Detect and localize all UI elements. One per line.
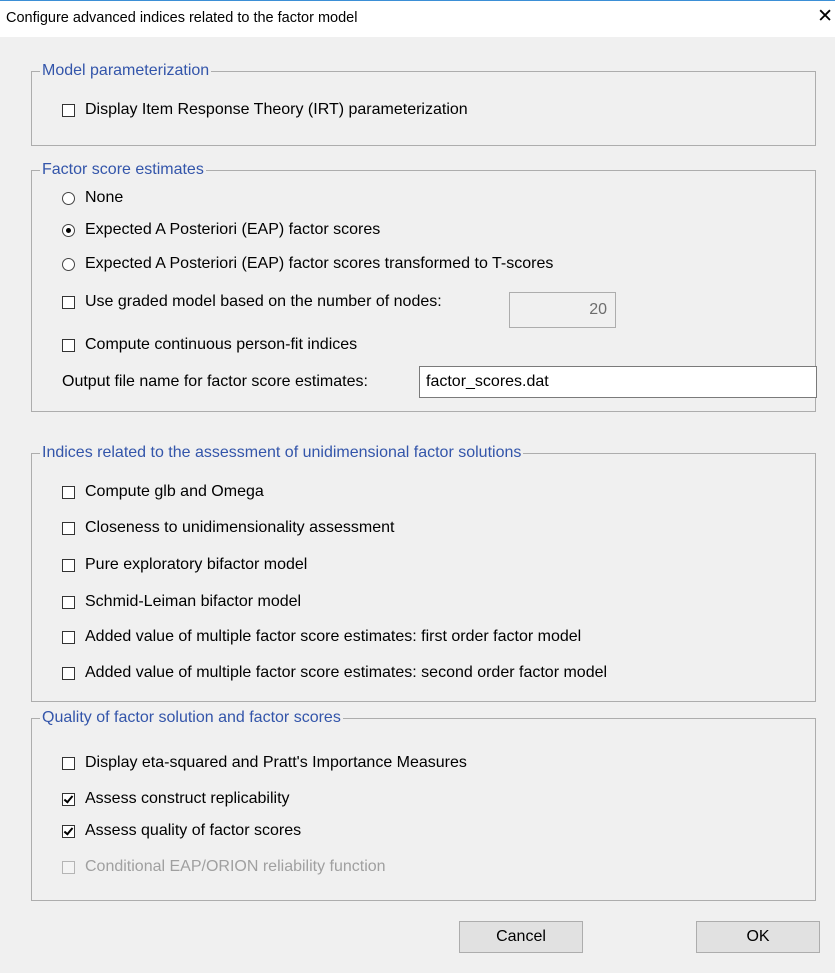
radio-eap-circle[interactable] bbox=[62, 223, 75, 237]
closeness-checkbox[interactable]: Closeness to unidimensionality assessmen… bbox=[62, 517, 394, 539]
radio-none-circle[interactable] bbox=[62, 191, 75, 205]
irt-checkbox[interactable]: Display Item Response Theory (IRT) param… bbox=[62, 99, 468, 121]
quality-factor-scores-checkbox-box[interactable] bbox=[62, 824, 75, 838]
added-value-second-order-checkbox[interactable]: Added value of multiple factor score est… bbox=[62, 662, 607, 684]
pure-bifactor-checkbox-box[interactable] bbox=[62, 558, 75, 572]
schmid-leiman-checkbox[interactable]: Schmid-Leiman bifactor model bbox=[62, 591, 301, 613]
quality-factor-scores-checkbox-label: Assess quality of factor scores bbox=[85, 822, 302, 839]
eta-squared-checkbox-box[interactable] bbox=[62, 756, 75, 770]
radio-eap-tscores[interactable]: Expected A Posteriori (EAP) factor score… bbox=[62, 253, 553, 275]
construct-replicability-checkbox-box[interactable] bbox=[62, 792, 75, 806]
factor-score-estimates-legend: Factor score estimates bbox=[40, 160, 206, 180]
closeness-checkbox-box[interactable] bbox=[62, 521, 75, 535]
person-fit-checkbox-box[interactable] bbox=[62, 338, 75, 352]
close-icon[interactable]: ✕ bbox=[817, 7, 833, 26]
pure-bifactor-checkbox-label: Pure exploratory bifactor model bbox=[85, 556, 308, 573]
radio-eap-tscores-label: Expected A Posteriori (EAP) factor score… bbox=[85, 255, 554, 272]
unidimensional-indices-legend: Indices related to the assessment of uni… bbox=[40, 443, 524, 463]
radio-eap-tscores-circle[interactable] bbox=[62, 257, 75, 271]
conditional-eap-checkbox-box bbox=[62, 860, 75, 874]
added-value-first-order-checkbox-label: Added value of multiple factor score est… bbox=[85, 628, 582, 645]
radio-eap-label: Expected A Posteriori (EAP) factor score… bbox=[85, 221, 381, 238]
added-value-second-order-checkbox-label: Added value of multiple factor score est… bbox=[85, 664, 608, 681]
construct-replicability-checkbox-label: Assess construct replicability bbox=[85, 790, 290, 807]
schmid-leiman-checkbox-box[interactable] bbox=[62, 595, 75, 609]
cancel-button[interactable]: Cancel bbox=[459, 921, 583, 953]
nodes-field: 20 bbox=[509, 292, 616, 328]
person-fit-checkbox[interactable]: Compute continuous person-fit indices bbox=[62, 334, 357, 356]
schmid-leiman-checkbox-label: Schmid-Leiman bifactor model bbox=[85, 593, 302, 610]
graded-model-checkbox[interactable]: Use graded model based on the number of … bbox=[62, 291, 442, 313]
radio-eap[interactable]: Expected A Posteriori (EAP) factor score… bbox=[62, 219, 380, 241]
quality-legend: Quality of factor solution and factor sc… bbox=[40, 708, 343, 728]
glb-omega-checkbox-box[interactable] bbox=[62, 485, 75, 499]
eta-squared-checkbox[interactable]: Display eta-squared and Pratt's Importan… bbox=[62, 752, 467, 774]
radio-none-label: None bbox=[85, 189, 124, 206]
eta-squared-checkbox-label: Display eta-squared and Pratt's Importan… bbox=[85, 754, 467, 771]
model-parameterization-legend: Model parameterization bbox=[40, 61, 212, 81]
added-value-second-order-checkbox-box[interactable] bbox=[62, 666, 75, 680]
ok-button[interactable]: OK bbox=[696, 921, 820, 953]
radio-none[interactable]: None bbox=[62, 187, 123, 209]
pure-bifactor-checkbox[interactable]: Pure exploratory bifactor model bbox=[62, 554, 307, 576]
output-file-input[interactable]: factor_scores.dat bbox=[419, 366, 817, 398]
closeness-checkbox-label: Closeness to unidimensionality assessmen… bbox=[85, 519, 395, 536]
conditional-eap-checkbox-label: Conditional EAP/ORION reliability functi… bbox=[85, 858, 386, 875]
irt-checkbox-box[interactable] bbox=[62, 103, 75, 117]
irt-checkbox-label: Display Item Response Theory (IRT) param… bbox=[85, 101, 468, 118]
glb-omega-checkbox[interactable]: Compute glb and Omega bbox=[62, 481, 264, 503]
glb-omega-checkbox-label: Compute glb and Omega bbox=[85, 483, 264, 500]
added-value-first-order-checkbox-box[interactable] bbox=[62, 630, 75, 644]
conditional-eap-checkbox: Conditional EAP/ORION reliability functi… bbox=[62, 856, 386, 878]
output-file-label: Output file name for factor score estima… bbox=[62, 373, 368, 390]
quality-factor-scores-checkbox[interactable]: Assess quality of factor scores bbox=[62, 820, 301, 842]
window-title: Configure advanced indices related to th… bbox=[6, 10, 358, 26]
construct-replicability-checkbox[interactable]: Assess construct replicability bbox=[62, 788, 290, 810]
graded-model-checkbox-label: Use graded model based on the number of … bbox=[85, 293, 442, 310]
person-fit-checkbox-label: Compute continuous person-fit indices bbox=[85, 336, 358, 353]
title-bar: Configure advanced indices related to th… bbox=[0, 0, 835, 37]
graded-model-checkbox-box[interactable] bbox=[62, 295, 75, 309]
added-value-first-order-checkbox[interactable]: Added value of multiple factor score est… bbox=[62, 626, 581, 648]
